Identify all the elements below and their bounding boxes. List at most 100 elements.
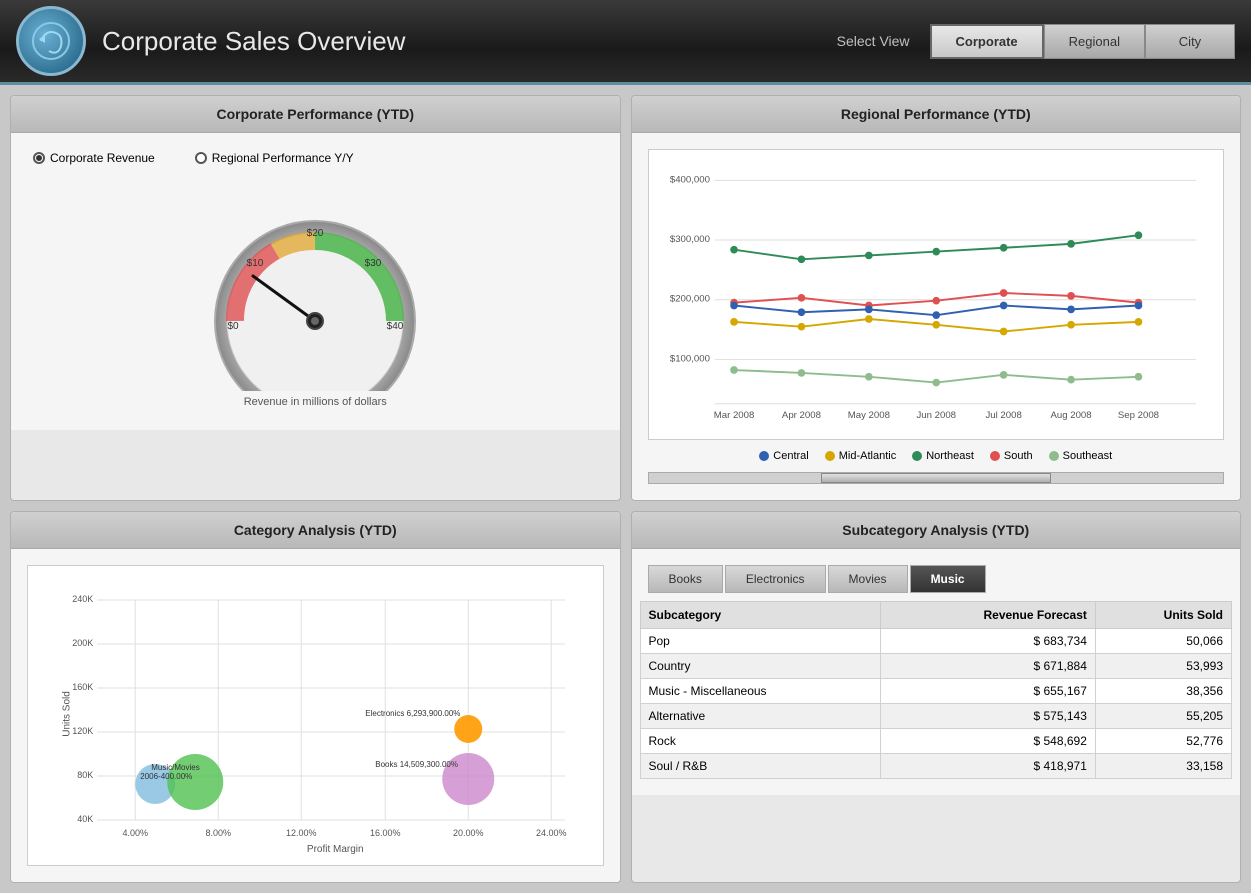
cell-revenue: $ 548,692 xyxy=(881,729,1096,754)
regional-chart-area: $400,000 $300,000 $200,000 $100,000 Mar … xyxy=(648,149,1225,440)
table-row: Music - Miscellaneous $ 655,167 38,356 xyxy=(640,679,1232,704)
cell-subcategory: Alternative xyxy=(640,704,881,729)
tab-movies[interactable]: Movies xyxy=(828,565,908,593)
svg-text:12.00%: 12.00% xyxy=(286,828,317,838)
svg-text:Jun 2008: Jun 2008 xyxy=(916,410,956,421)
cell-subcategory: Music - Miscellaneous xyxy=(640,679,881,704)
svg-text:4.00%: 4.00% xyxy=(122,828,148,838)
subcategory-table: Subcategory Revenue Forecast Units Sold … xyxy=(640,601,1233,779)
cell-units: 53,993 xyxy=(1095,654,1231,679)
radio-row: Corporate Revenue Regional Performance Y… xyxy=(23,145,608,171)
cell-revenue: $ 418,971 xyxy=(881,754,1096,779)
svg-text:200K: 200K xyxy=(72,638,93,648)
category-analysis-panel: Category Analysis (YTD) Units Sold 240K … xyxy=(10,511,621,883)
corporate-performance-body: Corporate Revenue Regional Performance Y… xyxy=(11,133,620,430)
svg-text:Jul 2008: Jul 2008 xyxy=(985,410,1021,421)
table-row: Pop $ 683,734 50,066 xyxy=(640,629,1232,654)
cell-units: 50,066 xyxy=(1095,629,1231,654)
svg-text:240K: 240K xyxy=(72,594,93,604)
svg-text:$100,000: $100,000 xyxy=(669,353,709,364)
svg-text:16.00%: 16.00% xyxy=(370,828,401,838)
category-analysis-title: Category Analysis (YTD) xyxy=(11,512,620,549)
svg-text:80K: 80K xyxy=(77,770,93,780)
svg-text:$40: $40 xyxy=(387,321,404,332)
view-btn-city[interactable]: City xyxy=(1145,24,1235,59)
bubble-chart-area: Units Sold 240K 200K 160K 120K 80K 40K xyxy=(27,565,604,866)
bubble-electronics xyxy=(454,715,482,743)
subcategory-analysis-panel: Subcategory Analysis (YTD) Books Electro… xyxy=(631,511,1242,883)
category-analysis-body: Units Sold 240K 200K 160K 120K 80K 40K xyxy=(11,549,620,882)
regional-performance-body: $400,000 $300,000 $200,000 $100,000 Mar … xyxy=(632,133,1241,500)
main-content: Corporate Performance (YTD) Corporate Re… xyxy=(0,85,1251,893)
cell-units: 55,205 xyxy=(1095,704,1231,729)
svg-text:$400,000: $400,000 xyxy=(669,174,709,185)
subcategory-tabs: Books Electronics Movies Music xyxy=(640,557,1233,593)
tab-electronics[interactable]: Electronics xyxy=(725,565,826,593)
cell-units: 33,158 xyxy=(1095,754,1231,779)
legend-label-south: South xyxy=(1004,450,1033,462)
radio-regional-performance[interactable]: Regional Performance Y/Y xyxy=(195,151,354,165)
table-row: Country $ 671,884 53,993 xyxy=(640,654,1232,679)
legend-dot-central xyxy=(759,451,769,461)
svg-text:$20: $20 xyxy=(307,228,324,239)
svg-text:Aug 2008: Aug 2008 xyxy=(1050,410,1091,421)
svg-text:Music/Movies: Music/Movies xyxy=(151,763,199,772)
logo xyxy=(16,6,86,76)
radio-corporate-revenue[interactable]: Corporate Revenue xyxy=(33,151,155,165)
legend-label-southeast: Southeast xyxy=(1063,450,1113,462)
svg-text:May 2008: May 2008 xyxy=(847,410,889,421)
subcategory-analysis-body: Books Electronics Movies Music Subcatego… xyxy=(632,549,1241,795)
cell-subcategory: Country xyxy=(640,654,881,679)
radio-label-regional: Regional Performance Y/Y xyxy=(212,151,354,165)
svg-text:2006-400.00%: 2006-400.00% xyxy=(140,772,192,781)
bubble-chart-svg: Units Sold 240K 200K 160K 120K 80K 40K xyxy=(36,574,595,854)
gauge-container: $0 $10 $20 $30 $40 Revenue in millions o… xyxy=(23,181,608,418)
legend-dot-southeast xyxy=(1049,451,1059,461)
page-title: Corporate Sales Overview xyxy=(102,26,837,57)
svg-text:Units Sold: Units Sold xyxy=(61,691,72,737)
svg-text:20.00%: 20.00% xyxy=(453,828,484,838)
cell-units: 38,356 xyxy=(1095,679,1231,704)
legend-dot-northeast xyxy=(912,451,922,461)
svg-text:40K: 40K xyxy=(77,814,93,824)
view-button-group: Corporate Regional City xyxy=(930,24,1235,59)
svg-text:$30: $30 xyxy=(365,258,382,269)
tab-books[interactable]: Books xyxy=(648,565,723,593)
table-row: Soul / R&B $ 418,971 33,158 xyxy=(640,754,1232,779)
scrollbar-thumb[interactable] xyxy=(821,473,1051,483)
svg-text:24.00%: 24.00% xyxy=(536,828,567,838)
svg-text:120K: 120K xyxy=(72,726,93,736)
cell-revenue: $ 575,143 xyxy=(881,704,1096,729)
corporate-performance-panel: Corporate Performance (YTD) Corporate Re… xyxy=(10,95,621,501)
svg-text:160K: 160K xyxy=(72,682,93,692)
gauge-svg: $0 $10 $20 $30 $40 xyxy=(195,191,435,391)
corporate-performance-title: Corporate Performance (YTD) xyxy=(11,96,620,133)
chart-scrollbar[interactable] xyxy=(648,472,1225,484)
cell-units: 52,776 xyxy=(1095,729,1231,754)
gauge-label: Revenue in millions of dollars xyxy=(244,396,387,408)
legend-label-central: Central xyxy=(773,450,808,462)
subcategory-analysis-title: Subcategory Analysis (YTD) xyxy=(632,512,1241,549)
svg-text:Electronics 6,293,900.00%: Electronics 6,293,900.00% xyxy=(365,709,460,718)
legend-midatlantic: Mid-Atlantic xyxy=(825,450,896,462)
legend-northeast: Northeast xyxy=(912,450,974,462)
legend-label-midatlantic: Mid-Atlantic xyxy=(839,450,896,462)
regional-legend: Central Mid-Atlantic Northeast South xyxy=(644,444,1229,468)
col-units: Units Sold xyxy=(1095,602,1231,629)
radio-dot-regional xyxy=(195,152,207,164)
regional-performance-title: Regional Performance (YTD) xyxy=(632,96,1241,133)
cell-subcategory: Rock xyxy=(640,729,881,754)
svg-text:$200,000: $200,000 xyxy=(669,294,709,305)
tab-music[interactable]: Music xyxy=(910,565,986,593)
col-subcategory: Subcategory xyxy=(640,602,881,629)
regional-performance-panel: Regional Performance (YTD) $400,000 $300… xyxy=(631,95,1242,501)
view-btn-regional[interactable]: Regional xyxy=(1044,24,1145,59)
svg-text:8.00%: 8.00% xyxy=(205,828,231,838)
svg-text:Mar 2008: Mar 2008 xyxy=(713,410,754,421)
table-row: Rock $ 548,692 52,776 xyxy=(640,729,1232,754)
cell-revenue: $ 671,884 xyxy=(881,654,1096,679)
cell-subcategory: Pop xyxy=(640,629,881,654)
svg-text:Sep 2008: Sep 2008 xyxy=(1117,410,1158,421)
cell-subcategory: Soul / R&B xyxy=(640,754,881,779)
view-btn-corporate[interactable]: Corporate xyxy=(930,24,1044,59)
